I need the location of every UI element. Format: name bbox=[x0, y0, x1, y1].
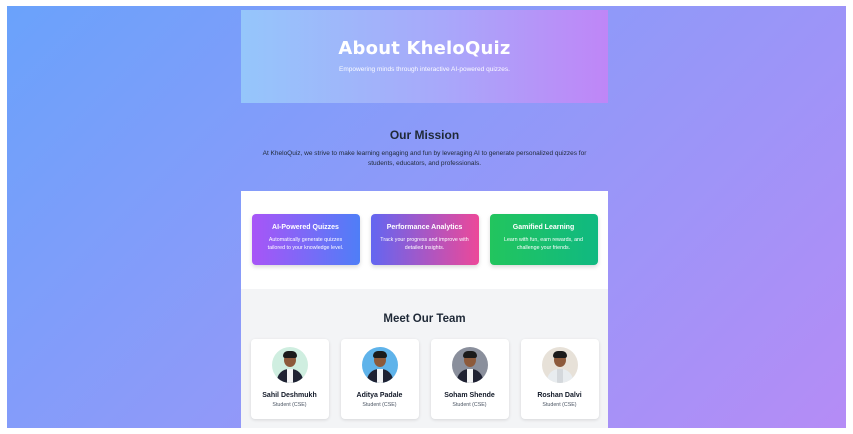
avatar bbox=[541, 347, 578, 383]
member-name: Roshan Dalvi bbox=[537, 392, 582, 399]
team-member-card: Roshan Dalvi Student (CSE) bbox=[520, 339, 599, 419]
team-member-card: Aditya Padale Student (CSE) bbox=[340, 339, 419, 419]
team-section: Meet Our Team Sahil Deshmukh Student (CS… bbox=[241, 289, 608, 428]
team-members: Sahil Deshmukh Student (CSE) Aditya Pada… bbox=[241, 339, 608, 419]
avatar bbox=[361, 347, 398, 383]
member-role: Student (CSE) bbox=[272, 402, 307, 408]
member-role: Student (CSE) bbox=[542, 402, 577, 408]
avatar bbox=[271, 347, 308, 383]
member-name: Sahil Deshmukh bbox=[262, 392, 317, 399]
member-role: Student (CSE) bbox=[452, 402, 487, 408]
hero-subtitle: Empowering minds through interactive AI-… bbox=[339, 66, 510, 73]
member-role: Student (CSE) bbox=[362, 402, 397, 408]
features-section: AI-Powered Quizzes Automatically generat… bbox=[241, 191, 608, 289]
mission-title: Our Mission bbox=[389, 128, 460, 142]
feature-title: AI-Powered Quizzes bbox=[272, 224, 339, 231]
page-title: About KheloQuiz bbox=[338, 38, 511, 59]
feature-text: Track your progress and improve with det… bbox=[380, 237, 469, 251]
avatar bbox=[451, 347, 488, 383]
mission-text: At KheloQuiz, we strive to make learning… bbox=[262, 150, 587, 167]
feature-title: Gamified Learning bbox=[512, 224, 575, 231]
feature-card-ai-quizzes: AI-Powered Quizzes Automatically generat… bbox=[251, 214, 360, 265]
member-name: Aditya Padale bbox=[356, 392, 403, 399]
feature-card-analytics: Performance Analytics Track your progres… bbox=[370, 214, 479, 265]
team-title: Meet Our Team bbox=[383, 313, 466, 325]
about-page: About KheloQuiz Empowering minds through… bbox=[241, 10, 608, 428]
feature-text: Learn with fun, earn rewards, and challe… bbox=[504, 237, 583, 251]
team-member-card: Sahil Deshmukh Student (CSE) bbox=[250, 339, 329, 419]
mission-section: Our Mission At KheloQuiz, we strive to m… bbox=[241, 103, 608, 191]
member-name: Soham Shende bbox=[444, 392, 495, 399]
feature-title: Performance Analytics bbox=[386, 224, 463, 231]
feature-card-gamified: Gamified Learning Learn with fun, earn r… bbox=[489, 214, 598, 265]
hero-banner: About KheloQuiz Empowering minds through… bbox=[241, 10, 608, 103]
feature-text: Automatically generate quizzes tailored … bbox=[267, 237, 344, 251]
page-background: About KheloQuiz Empowering minds through… bbox=[7, 6, 846, 428]
team-member-card: Soham Shende Student (CSE) bbox=[430, 339, 509, 419]
